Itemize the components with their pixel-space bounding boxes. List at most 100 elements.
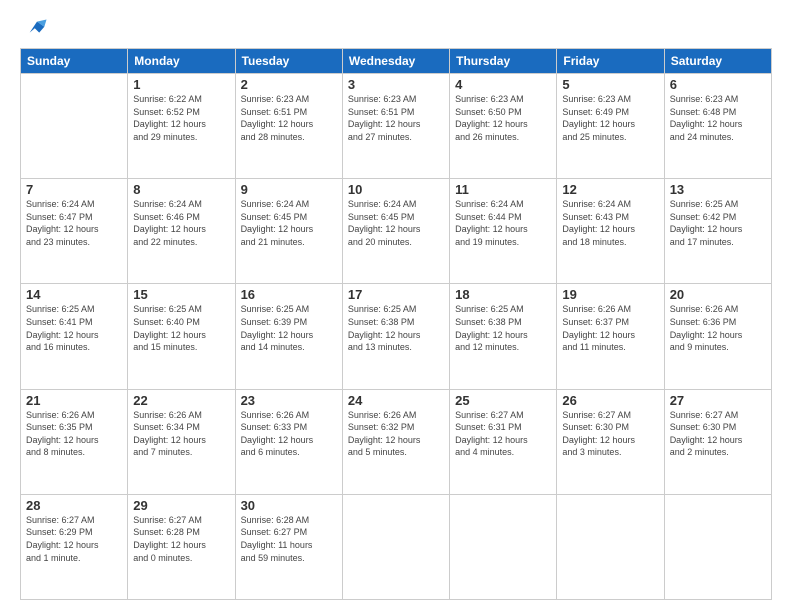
- calendar-cell: 15Sunrise: 6:25 AM Sunset: 6:40 PM Dayli…: [128, 284, 235, 389]
- calendar-cell: 25Sunrise: 6:27 AM Sunset: 6:31 PM Dayli…: [450, 389, 557, 494]
- logo: [20, 18, 48, 40]
- day-info: Sunrise: 6:27 AM Sunset: 6:31 PM Dayligh…: [455, 409, 551, 459]
- calendar-cell: 20Sunrise: 6:26 AM Sunset: 6:36 PM Dayli…: [664, 284, 771, 389]
- day-info: Sunrise: 6:25 AM Sunset: 6:41 PM Dayligh…: [26, 303, 122, 353]
- logo-bird-icon: [26, 18, 48, 40]
- day-number: 16: [241, 287, 337, 302]
- day-info: Sunrise: 6:24 AM Sunset: 6:46 PM Dayligh…: [133, 198, 229, 248]
- calendar-week-row: 1Sunrise: 6:22 AM Sunset: 6:52 PM Daylig…: [21, 74, 772, 179]
- calendar-cell: 18Sunrise: 6:25 AM Sunset: 6:38 PM Dayli…: [450, 284, 557, 389]
- calendar-cell: 4Sunrise: 6:23 AM Sunset: 6:50 PM Daylig…: [450, 74, 557, 179]
- calendar-cell: 8Sunrise: 6:24 AM Sunset: 6:46 PM Daylig…: [128, 179, 235, 284]
- calendar-cell: 1Sunrise: 6:22 AM Sunset: 6:52 PM Daylig…: [128, 74, 235, 179]
- day-info: Sunrise: 6:23 AM Sunset: 6:50 PM Dayligh…: [455, 93, 551, 143]
- day-number: 4: [455, 77, 551, 92]
- day-info: Sunrise: 6:25 AM Sunset: 6:38 PM Dayligh…: [455, 303, 551, 353]
- calendar-header-row: SundayMondayTuesdayWednesdayThursdayFrid…: [21, 49, 772, 74]
- day-number: 28: [26, 498, 122, 513]
- calendar-cell: 11Sunrise: 6:24 AM Sunset: 6:44 PM Dayli…: [450, 179, 557, 284]
- calendar-cell: 13Sunrise: 6:25 AM Sunset: 6:42 PM Dayli…: [664, 179, 771, 284]
- calendar-cell: 9Sunrise: 6:24 AM Sunset: 6:45 PM Daylig…: [235, 179, 342, 284]
- day-info: Sunrise: 6:24 AM Sunset: 6:45 PM Dayligh…: [241, 198, 337, 248]
- day-number: 27: [670, 393, 766, 408]
- day-info: Sunrise: 6:23 AM Sunset: 6:51 PM Dayligh…: [348, 93, 444, 143]
- weekday-header-wednesday: Wednesday: [342, 49, 449, 74]
- calendar-cell: 27Sunrise: 6:27 AM Sunset: 6:30 PM Dayli…: [664, 389, 771, 494]
- page: SundayMondayTuesdayWednesdayThursdayFrid…: [0, 0, 792, 612]
- weekday-header-sunday: Sunday: [21, 49, 128, 74]
- calendar-cell: [450, 494, 557, 599]
- calendar-week-row: 21Sunrise: 6:26 AM Sunset: 6:35 PM Dayli…: [21, 389, 772, 494]
- calendar-cell: 3Sunrise: 6:23 AM Sunset: 6:51 PM Daylig…: [342, 74, 449, 179]
- calendar-cell: 10Sunrise: 6:24 AM Sunset: 6:45 PM Dayli…: [342, 179, 449, 284]
- day-number: 26: [562, 393, 658, 408]
- day-number: 20: [670, 287, 766, 302]
- day-info: Sunrise: 6:26 AM Sunset: 6:32 PM Dayligh…: [348, 409, 444, 459]
- day-info: Sunrise: 6:27 AM Sunset: 6:28 PM Dayligh…: [133, 514, 229, 564]
- day-info: Sunrise: 6:23 AM Sunset: 6:49 PM Dayligh…: [562, 93, 658, 143]
- day-info: Sunrise: 6:25 AM Sunset: 6:39 PM Dayligh…: [241, 303, 337, 353]
- day-number: 17: [348, 287, 444, 302]
- day-number: 24: [348, 393, 444, 408]
- day-number: 3: [348, 77, 444, 92]
- day-number: 21: [26, 393, 122, 408]
- day-number: 14: [26, 287, 122, 302]
- calendar-cell: 30Sunrise: 6:28 AM Sunset: 6:27 PM Dayli…: [235, 494, 342, 599]
- day-info: Sunrise: 6:26 AM Sunset: 6:35 PM Dayligh…: [26, 409, 122, 459]
- calendar-cell: 29Sunrise: 6:27 AM Sunset: 6:28 PM Dayli…: [128, 494, 235, 599]
- calendar-cell: 26Sunrise: 6:27 AM Sunset: 6:30 PM Dayli…: [557, 389, 664, 494]
- calendar-cell: 16Sunrise: 6:25 AM Sunset: 6:39 PM Dayli…: [235, 284, 342, 389]
- weekday-header-friday: Friday: [557, 49, 664, 74]
- day-number: 25: [455, 393, 551, 408]
- day-number: 1: [133, 77, 229, 92]
- day-info: Sunrise: 6:26 AM Sunset: 6:33 PM Dayligh…: [241, 409, 337, 459]
- calendar-cell: 21Sunrise: 6:26 AM Sunset: 6:35 PM Dayli…: [21, 389, 128, 494]
- day-info: Sunrise: 6:25 AM Sunset: 6:42 PM Dayligh…: [670, 198, 766, 248]
- weekday-header-thursday: Thursday: [450, 49, 557, 74]
- calendar-cell: 7Sunrise: 6:24 AM Sunset: 6:47 PM Daylig…: [21, 179, 128, 284]
- day-number: 2: [241, 77, 337, 92]
- weekday-header-monday: Monday: [128, 49, 235, 74]
- calendar-cell: 14Sunrise: 6:25 AM Sunset: 6:41 PM Dayli…: [21, 284, 128, 389]
- day-number: 10: [348, 182, 444, 197]
- day-number: 11: [455, 182, 551, 197]
- weekday-header-saturday: Saturday: [664, 49, 771, 74]
- day-info: Sunrise: 6:26 AM Sunset: 6:37 PM Dayligh…: [562, 303, 658, 353]
- day-number: 6: [670, 77, 766, 92]
- day-info: Sunrise: 6:25 AM Sunset: 6:40 PM Dayligh…: [133, 303, 229, 353]
- day-number: 5: [562, 77, 658, 92]
- day-info: Sunrise: 6:26 AM Sunset: 6:34 PM Dayligh…: [133, 409, 229, 459]
- day-info: Sunrise: 6:25 AM Sunset: 6:38 PM Dayligh…: [348, 303, 444, 353]
- calendar-cell: 28Sunrise: 6:27 AM Sunset: 6:29 PM Dayli…: [21, 494, 128, 599]
- day-number: 18: [455, 287, 551, 302]
- calendar-week-row: 7Sunrise: 6:24 AM Sunset: 6:47 PM Daylig…: [21, 179, 772, 284]
- day-number: 19: [562, 287, 658, 302]
- calendar-cell: 23Sunrise: 6:26 AM Sunset: 6:33 PM Dayli…: [235, 389, 342, 494]
- day-number: 12: [562, 182, 658, 197]
- calendar-cell: [664, 494, 771, 599]
- calendar-cell: 2Sunrise: 6:23 AM Sunset: 6:51 PM Daylig…: [235, 74, 342, 179]
- calendar-cell: 19Sunrise: 6:26 AM Sunset: 6:37 PM Dayli…: [557, 284, 664, 389]
- day-number: 8: [133, 182, 229, 197]
- day-info: Sunrise: 6:27 AM Sunset: 6:29 PM Dayligh…: [26, 514, 122, 564]
- day-info: Sunrise: 6:24 AM Sunset: 6:47 PM Dayligh…: [26, 198, 122, 248]
- day-info: Sunrise: 6:23 AM Sunset: 6:48 PM Dayligh…: [670, 93, 766, 143]
- calendar-cell: [342, 494, 449, 599]
- calendar-table: SundayMondayTuesdayWednesdayThursdayFrid…: [20, 48, 772, 600]
- day-number: 23: [241, 393, 337, 408]
- day-info: Sunrise: 6:23 AM Sunset: 6:51 PM Dayligh…: [241, 93, 337, 143]
- day-info: Sunrise: 6:27 AM Sunset: 6:30 PM Dayligh…: [562, 409, 658, 459]
- calendar-week-row: 14Sunrise: 6:25 AM Sunset: 6:41 PM Dayli…: [21, 284, 772, 389]
- calendar-cell: 24Sunrise: 6:26 AM Sunset: 6:32 PM Dayli…: [342, 389, 449, 494]
- day-number: 15: [133, 287, 229, 302]
- calendar-cell: [21, 74, 128, 179]
- calendar-cell: 17Sunrise: 6:25 AM Sunset: 6:38 PM Dayli…: [342, 284, 449, 389]
- calendar-week-row: 28Sunrise: 6:27 AM Sunset: 6:29 PM Dayli…: [21, 494, 772, 599]
- top-section: [20, 18, 772, 40]
- calendar-cell: 22Sunrise: 6:26 AM Sunset: 6:34 PM Dayli…: [128, 389, 235, 494]
- day-info: Sunrise: 6:28 AM Sunset: 6:27 PM Dayligh…: [241, 514, 337, 564]
- calendar-cell: 12Sunrise: 6:24 AM Sunset: 6:43 PM Dayli…: [557, 179, 664, 284]
- day-number: 22: [133, 393, 229, 408]
- day-info: Sunrise: 6:24 AM Sunset: 6:45 PM Dayligh…: [348, 198, 444, 248]
- weekday-header-tuesday: Tuesday: [235, 49, 342, 74]
